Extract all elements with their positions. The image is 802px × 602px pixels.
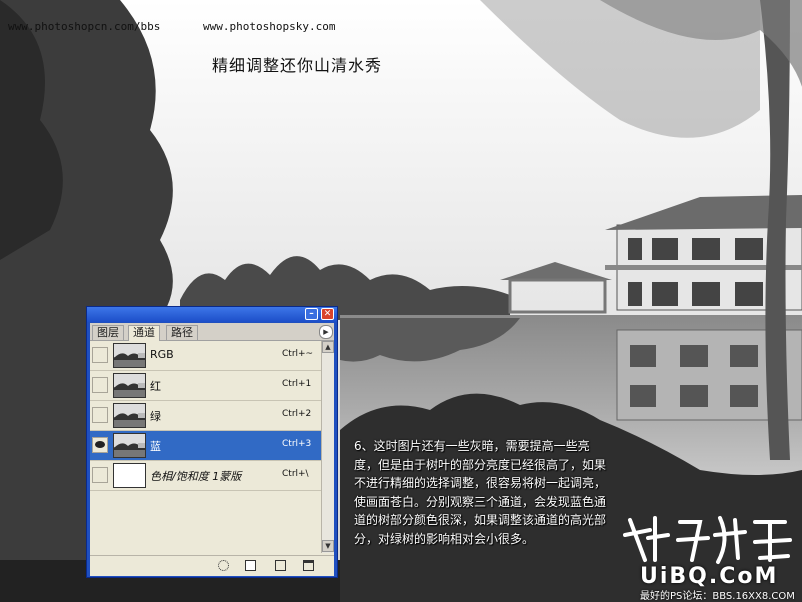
channel-thumbnail [113, 433, 146, 458]
channel-shortcut: Ctrl+1 [282, 379, 312, 389]
panel-titlebar[interactable]: – ✕ [87, 307, 337, 322]
channel-row[interactable]: 绿 Ctrl+2 [90, 401, 321, 431]
brand-logo: UiBQ.CoM [640, 564, 779, 589]
channels-panel: – ✕ 图层 通道 路径 ▶ RGB Ctrl+~ 红 Ctrl+1 绿 Ctrl+2 蓝 C… [86, 306, 338, 578]
minimize-button[interactable]: – [305, 308, 318, 320]
channel-thumbnail [113, 373, 146, 398]
tutorial-text: 6、这时图片还有一些灰暗，需要提高一些亮度，但是由于树叶的部分亮度已经很高了，如… [354, 439, 607, 546]
panel-footer [90, 555, 334, 576]
channel-thumbnail [113, 343, 146, 368]
site-url-right: www.photoshopsky.com [203, 20, 336, 33]
new-channel-icon[interactable] [275, 560, 286, 571]
channel-row[interactable]: 蓝 Ctrl+3 [90, 431, 321, 461]
visibility-toggle[interactable] [92, 347, 108, 363]
tab-layers[interactable]: 图层 [92, 325, 124, 340]
channel-shortcut: Ctrl+2 [282, 409, 312, 419]
brand-url: 最好的PS论坛：BBS.16XX8.COM [640, 591, 795, 602]
scroll-down-icon[interactable]: ▼ [322, 540, 334, 552]
visibility-toggle[interactable] [92, 467, 108, 483]
channel-name: 蓝 [150, 440, 161, 453]
calligraphy-logo [623, 516, 792, 564]
channel-thumbnail [113, 403, 146, 428]
visibility-toggle[interactable] [92, 407, 108, 423]
scroll-up-icon[interactable]: ▲ [322, 341, 334, 353]
channel-name: 绿 [150, 410, 161, 423]
channel-name: RGB [150, 348, 174, 361]
tab-channels[interactable]: 通道 [128, 325, 160, 341]
channel-shortcut: Ctrl+~ [282, 349, 314, 359]
panel-body: 图层 通道 路径 ▶ RGB Ctrl+~ 红 Ctrl+1 绿 Ctrl+2 蓝 Ctrl+… [90, 323, 334, 576]
eye-icon [95, 441, 105, 448]
save-selection-icon[interactable] [245, 560, 256, 571]
close-button[interactable]: ✕ [321, 308, 334, 320]
visibility-toggle[interactable] [92, 437, 108, 453]
panel-tabbar: 图层 通道 路径 ▶ [90, 323, 334, 341]
visibility-toggle[interactable] [92, 377, 108, 393]
channel-thumbnail [113, 463, 146, 488]
channel-name: 红 [150, 380, 161, 393]
page-title: 精细调整还你山清水秀 [212, 56, 383, 75]
tab-paths[interactable]: 路径 [166, 325, 198, 340]
panel-menu-button[interactable]: ▶ [319, 325, 333, 339]
channel-shortcut: Ctrl+\ [282, 469, 309, 479]
channel-list: RGB Ctrl+~ 红 Ctrl+1 绿 Ctrl+2 蓝 Ctrl+3 色相/饱和度 1蒙版… [90, 341, 321, 553]
channel-row[interactable]: 红 Ctrl+1 [90, 371, 321, 401]
channel-shortcut: Ctrl+3 [282, 439, 312, 449]
channel-row[interactable]: RGB Ctrl+~ [90, 341, 321, 371]
channel-name: 色相/饱和度 1蒙版 [150, 470, 242, 483]
load-selection-icon[interactable] [218, 560, 229, 571]
channel-list-scrollbar[interactable]: ▲ ▼ [321, 341, 334, 553]
channel-row[interactable]: 色相/饱和度 1蒙版 Ctrl+\ [90, 461, 321, 491]
site-url-left: www.photoshopcn.com/bbs [8, 20, 161, 33]
delete-channel-icon[interactable] [303, 560, 314, 571]
